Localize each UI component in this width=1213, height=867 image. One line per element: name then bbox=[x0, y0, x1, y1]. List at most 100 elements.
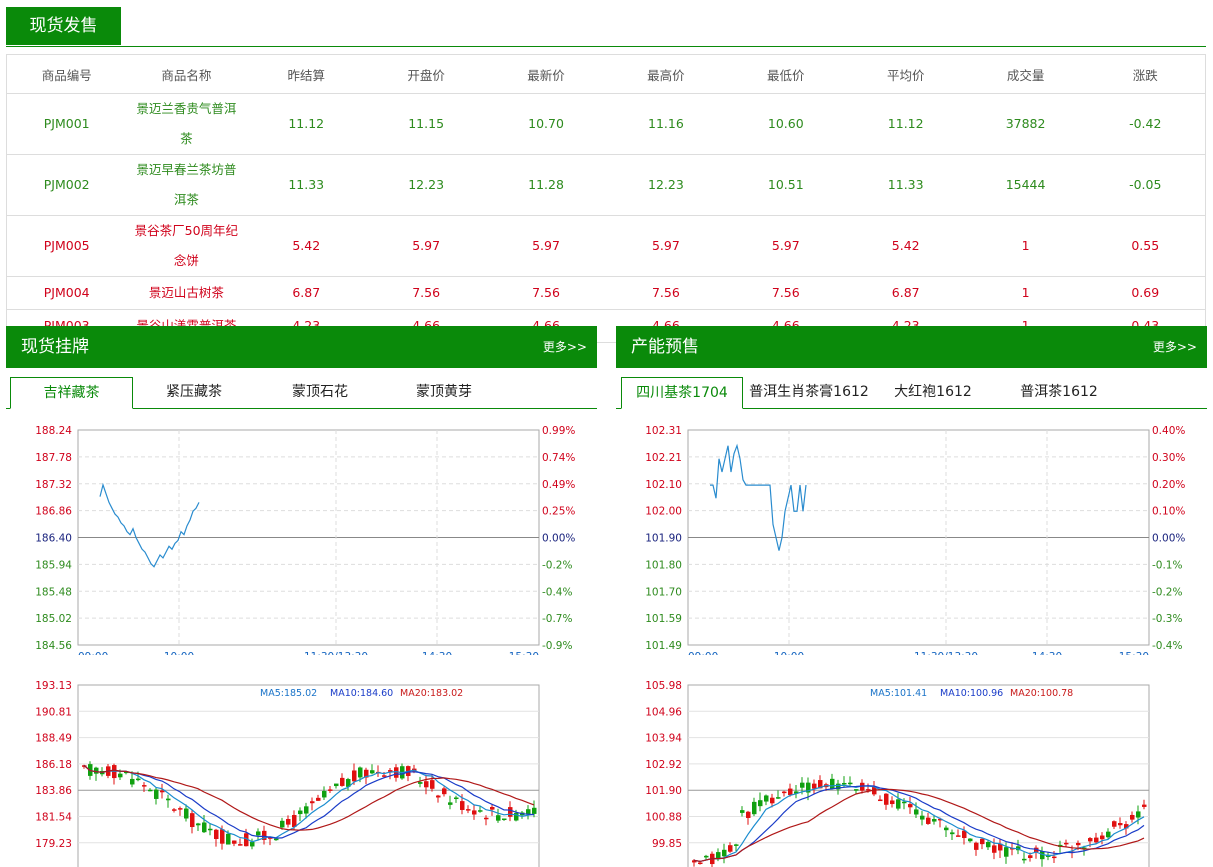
listing-more-link[interactable]: 更多>> bbox=[543, 326, 587, 368]
table-row[interactable]: PJM002 景迈早春兰茶坊普洱茶 11.33 12.23 11.28 12.23 10.5… bbox=[6, 154, 1206, 216]
table-cell: 7.56 bbox=[366, 276, 487, 310]
capacity-panel: 产能预售 更多>> 四川基茶1704 普洱生肖茶膏1612 大红袍1612 普洱茶16… bbox=[616, 326, 1207, 867]
price-tick-label: 187.78 bbox=[35, 452, 72, 464]
tab-2[interactable]: 蒙顶石花 bbox=[260, 377, 380, 408]
product-name-cell[interactable]: 景迈早春兰茶坊普洱茶 bbox=[126, 154, 247, 216]
column-header: 最高价 bbox=[605, 54, 726, 94]
kline-tick-label: 101.90 bbox=[645, 785, 682, 797]
product-name-cell[interactable]: 景迈山古树茶 bbox=[126, 276, 247, 310]
column-header: 最新价 bbox=[486, 54, 606, 94]
candle-body bbox=[1130, 814, 1135, 820]
tab-1[interactable]: 普洱生肖茶膏1612 bbox=[744, 377, 874, 408]
candle-body bbox=[956, 835, 961, 837]
candle-body bbox=[968, 838, 973, 842]
candle-body bbox=[1142, 804, 1147, 807]
table-cell: PJM004 bbox=[6, 276, 127, 310]
table-cell: 12.23 bbox=[366, 154, 487, 216]
tab-0[interactable]: 四川基茶1704 bbox=[621, 377, 743, 409]
time-tick-label: 09:00 bbox=[688, 651, 718, 655]
candle-body bbox=[1112, 821, 1117, 827]
kline-tick-label: 193.13 bbox=[35, 680, 72, 692]
candle-body bbox=[340, 777, 345, 786]
tab-3[interactable]: 普洱茶1612 bbox=[1004, 377, 1114, 408]
tab-0[interactable]: 吉祥藏茶 bbox=[10, 377, 133, 409]
table-row[interactable]: PJM004 景迈山古树茶 6.87 7.56 7.56 7.56 7.56 6.87 1 0.6… bbox=[6, 276, 1206, 310]
candle-body bbox=[352, 770, 357, 782]
time-tick-label: 11:30/13:30 bbox=[304, 651, 368, 655]
price-tick-label: 101.90 bbox=[645, 533, 682, 545]
candle-body bbox=[782, 791, 787, 794]
tab-1[interactable]: 紧压藏茶 bbox=[134, 377, 254, 408]
table-row[interactable]: PJM001 景迈兰香贵气普洱茶 11.12 11.15 10.70 11.16 10.60… bbox=[6, 93, 1206, 155]
candle-body bbox=[274, 838, 279, 841]
candle-body bbox=[178, 808, 183, 810]
ma20-label: MA20:100.78 bbox=[1010, 688, 1073, 699]
candle-body bbox=[502, 818, 507, 821]
kline-tick-label: 186.18 bbox=[35, 759, 72, 771]
candle-body bbox=[926, 817, 931, 824]
candle-body bbox=[1088, 838, 1093, 842]
table-cell: 6.87 bbox=[246, 276, 367, 310]
candle-body bbox=[770, 797, 775, 804]
candle-body bbox=[280, 820, 285, 828]
candle-body bbox=[394, 767, 399, 778]
candle-body bbox=[734, 844, 739, 846]
candle-body bbox=[830, 778, 835, 789]
product-name-cell[interactable]: 景谷茶厂50周年纪念饼 bbox=[126, 215, 247, 277]
candle-body bbox=[238, 844, 243, 846]
candle-body bbox=[136, 778, 141, 781]
capacity-more-link[interactable]: 更多>> bbox=[1153, 326, 1197, 368]
listing-tabs: 吉祥藏茶 紧压藏茶 蒙顶石花 蒙顶黄芽 bbox=[6, 368, 597, 409]
pct-tick-label: -0.7% bbox=[542, 613, 572, 625]
candle-body bbox=[490, 806, 495, 810]
candle-body bbox=[424, 781, 429, 788]
candle-body bbox=[764, 795, 769, 802]
pct-tick-label: -0.1% bbox=[1152, 559, 1182, 571]
candle-body bbox=[508, 807, 513, 817]
candle-body bbox=[746, 811, 751, 818]
candle-body bbox=[704, 855, 709, 858]
listing-panel: 现货挂牌 更多>> 吉祥藏茶 紧压藏茶 蒙顶石花 蒙顶黄芽 188.24 0.99% 18… bbox=[6, 326, 597, 867]
column-header: 最低价 bbox=[725, 54, 846, 94]
kline-tick-label: 190.81 bbox=[35, 706, 72, 718]
kline-tick-label: 100.88 bbox=[645, 812, 682, 824]
tab-2[interactable]: 大红袍1612 bbox=[878, 377, 988, 408]
candle-body bbox=[142, 785, 147, 787]
candle-body bbox=[184, 808, 189, 819]
candle-body bbox=[800, 782, 805, 788]
tab-3[interactable]: 蒙顶黄芽 bbox=[384, 377, 504, 408]
candle-body bbox=[232, 840, 237, 844]
time-tick-label: 10:00 bbox=[774, 651, 804, 655]
candle-body bbox=[448, 802, 453, 805]
candle-body bbox=[532, 807, 537, 814]
table-cell: 5.97 bbox=[366, 215, 487, 277]
candle-body bbox=[472, 810, 477, 815]
ma10-label: MA10:100.96 bbox=[940, 688, 1003, 699]
table-cell: PJM001 bbox=[6, 93, 127, 155]
spot-sale-table: 商品编号 商品名称 昨结算 开盘价 最新价 最高价 最低价 平均价 成交量 涨跌 PJM001 景迈… bbox=[6, 54, 1206, 343]
price-tick-label: 101.70 bbox=[645, 586, 682, 598]
price-tick-label: 101.49 bbox=[645, 640, 682, 652]
time-tick-label: 14:30 bbox=[422, 651, 452, 655]
table-cell: 5.42 bbox=[845, 215, 966, 277]
candle-body bbox=[740, 810, 745, 813]
candle-body bbox=[202, 822, 207, 833]
candle-body bbox=[878, 799, 883, 802]
pct-tick-label: -0.3% bbox=[1152, 613, 1182, 625]
table-cell: 0.55 bbox=[1085, 215, 1206, 277]
candle-body bbox=[298, 810, 303, 815]
candle-body bbox=[322, 791, 327, 798]
kline-tick-label: 103.94 bbox=[645, 733, 682, 745]
candle-body bbox=[950, 832, 955, 835]
spot-sale-header: 现货发售 bbox=[6, 7, 1206, 47]
product-name-cell[interactable]: 景迈兰香贵气普洱茶 bbox=[126, 93, 247, 155]
candle-body bbox=[250, 841, 255, 847]
candle-body bbox=[914, 809, 919, 815]
candle-body bbox=[752, 801, 757, 815]
candle-body bbox=[442, 788, 447, 795]
candle-body bbox=[974, 842, 979, 850]
table-row[interactable]: PJM005 景谷茶厂50周年纪念饼 5.42 5.97 5.97 5.97 5.97 5.4… bbox=[6, 215, 1206, 277]
price-tick-label: 102.31 bbox=[645, 425, 682, 437]
candle-body bbox=[94, 767, 99, 774]
candle-body bbox=[214, 829, 219, 840]
